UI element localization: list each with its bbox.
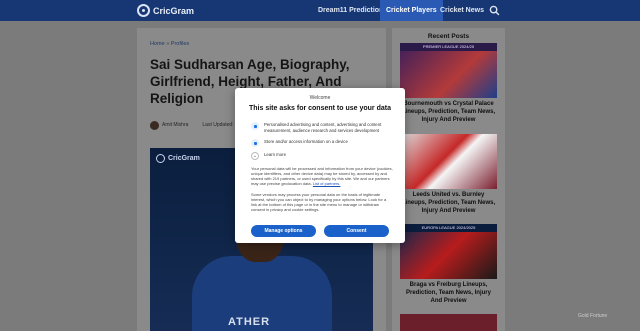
site-logo[interactable]: CricGram (137, 3, 194, 18)
post-banner: EUROPA LEAGUE 2024/2025 (400, 224, 497, 232)
watermark: Gold Fortune (578, 313, 608, 319)
consent-description: Your personal data will be processed and… (251, 166, 393, 186)
consent-paragraph-2: Some vendors may process your personal d… (251, 192, 387, 212)
post-thumbnail[interactable] (400, 134, 497, 189)
author-link[interactable]: Amit Mishra (162, 122, 188, 128)
breadcrumb-home-link[interactable]: Home (150, 41, 165, 47)
device-storage-icon (251, 139, 259, 147)
recent-posts-heading: Recent Posts (427, 33, 470, 40)
list-of-partners-link[interactable]: List of partners. (313, 181, 341, 186)
hero-logo: CricGram (156, 154, 200, 163)
post-thumbnail[interactable] (400, 314, 497, 331)
post-title-link[interactable]: Bournemouth vs Crystal Palace Lineups, P… (400, 100, 497, 124)
author-row: Amit Mishra Last Updated: 01 J (150, 120, 244, 130)
consent-button[interactable]: Consent (324, 225, 389, 237)
consent-option-storage: Store and/or access information on a dev… (251, 139, 393, 147)
post-thumbnail[interactable]: EUROPA LEAGUE 2024/2025 (400, 224, 497, 279)
logo-icon (156, 154, 165, 163)
post-title-link[interactable]: Braga vs Freiburg Lineups, Prediction, T… (400, 281, 497, 305)
learn-more-toggle[interactable]: ⌄ Learn more (251, 152, 393, 160)
consent-option-text: Store and/or access information on a dev… (264, 139, 348, 144)
advertising-icon (251, 122, 259, 130)
post-thumbnail[interactable]: PREMIER LEAGUE 2024/25 (400, 43, 497, 98)
manage-options-button[interactable]: Manage options (251, 225, 316, 237)
jersey-sponsor-text: ATHER (228, 316, 271, 328)
chevron-down-icon: ⌄ (251, 152, 259, 160)
consent-option-advertising: Personalised advertising and content, ad… (251, 122, 393, 133)
logo-text: CricGram (153, 5, 195, 16)
consent-title: This site asks for consent to use your d… (249, 105, 391, 112)
post-title-link[interactable]: Leeds United vs. Burnley Lineups, Predic… (400, 191, 497, 215)
hero-logo-text: CricGram (168, 155, 200, 162)
logo-icon (137, 4, 150, 17)
consent-dialog: Welcome This site asks for consent to us… (235, 88, 405, 243)
search-icon[interactable] (489, 5, 500, 16)
post-banner: PREMIER LEAGUE 2024/25 (400, 43, 497, 51)
consent-option-text: Personalised advertising and content, ad… (264, 122, 382, 133)
consent-welcome: Welcome (309, 95, 331, 101)
author-avatar (150, 120, 159, 130)
learn-more-label: Learn more (264, 152, 286, 157)
breadcrumb-profiles-link[interactable]: Profiles (171, 41, 189, 47)
breadcrumb: Home » Profiles (150, 41, 189, 47)
nav-cricket-news[interactable]: Cricket News (434, 0, 490, 21)
nav-dream11-prediction[interactable]: Dream11 Prediction (312, 0, 389, 21)
